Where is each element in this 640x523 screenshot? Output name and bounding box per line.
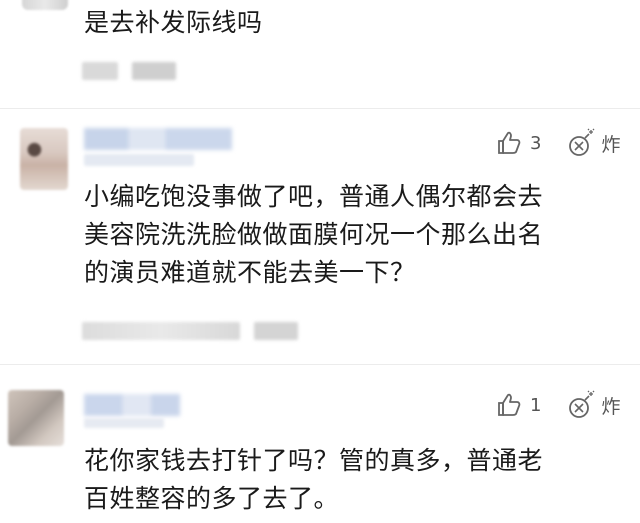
avatar[interactable] [22,0,68,10]
user-badge [84,154,194,166]
report-label: 炸 [601,395,621,418]
username[interactable] [84,394,180,416]
like-button[interactable]: 1 [496,392,541,418]
bomb-icon [569,128,595,156]
comment-meta [82,62,118,80]
thumbs-up-icon [498,131,521,154]
like-count: 1 [530,394,542,416]
comment-line: 小编吃饱没事做了吧，普通人偶尔都会去 [84,182,544,211]
comment-line: 百姓整容的多了去了。 [84,484,340,513]
comment-meta [82,322,240,340]
reply-button[interactable] [132,62,176,80]
thumbs-up-icon [498,393,521,416]
comment-text: 花你家钱去打针了吗？管的真多，普通老 百姓整容的多了去了。 [84,442,543,518]
comment-line: 花你家钱去打针了吗？管的真多，普通老 [84,446,544,475]
comment-text: 是去补发际线吗 [84,4,263,42]
report-label: 炸 [601,133,621,156]
user-badge [84,418,164,428]
avatar[interactable] [8,390,64,446]
report-button[interactable]: 炸 [567,128,620,158]
username[interactable] [84,128,232,150]
like-count: 3 [530,132,542,154]
comment-line: 美容院洗洗脸做做面膜何况一个那么出名 [84,220,544,249]
comment-actions: 3 炸 [496,126,620,160]
report-button[interactable]: 炸 [567,390,620,420]
bomb-icon [569,390,595,418]
reply-button[interactable] [254,322,298,340]
comment-line: 的演员难道就不能去美一下？ [84,258,416,287]
like-button[interactable]: 3 [496,130,541,156]
divider [0,108,640,109]
comment-text: 小编吃饱没事做了吧，普通人偶尔都会去 美容院洗洗脸做做面膜何况一个那么出名 的演… [84,178,543,292]
divider [0,364,640,365]
avatar[interactable] [20,128,68,190]
comment-line: 是去补发际线吗 [84,8,263,37]
comment-actions: 1 炸 [496,388,620,422]
